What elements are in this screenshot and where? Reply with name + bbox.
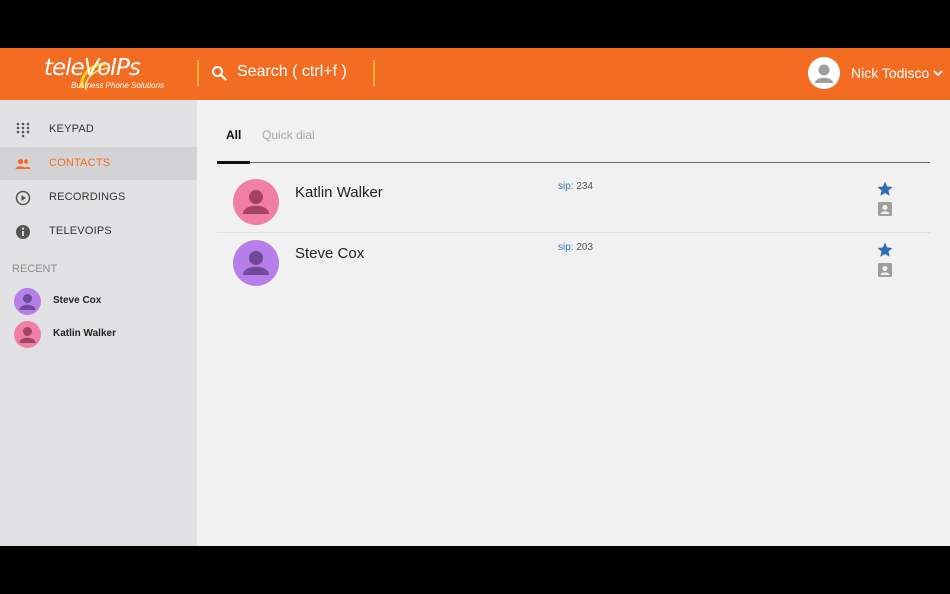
recent-name: Steve Cox bbox=[53, 295, 102, 306]
recent-item[interactable]: Katlin Walker bbox=[0, 319, 197, 351]
avatar bbox=[14, 321, 41, 348]
contact-card-icon[interactable] bbox=[877, 201, 893, 217]
avatar bbox=[14, 288, 41, 315]
app-window: teleVoIPs Business Phone Solutions Nick … bbox=[0, 48, 950, 546]
logo-wordmark: teleVoIPs bbox=[44, 55, 141, 81]
top-bar: teleVoIPs Business Phone Solutions Nick … bbox=[0, 48, 950, 100]
user-avatar[interactable] bbox=[808, 57, 840, 89]
sip-label: sip: bbox=[558, 181, 574, 192]
sip-label: sip: bbox=[558, 242, 574, 253]
tab-quick-dial[interactable]: Quick dial bbox=[262, 128, 315, 142]
user-avatar-icon bbox=[808, 57, 840, 89]
tabs-divider bbox=[217, 162, 930, 163]
contact-sip: sip: 234 bbox=[558, 181, 593, 192]
sidebar-item-televoips[interactable]: TELEVOIPS bbox=[0, 215, 197, 248]
person-icon bbox=[19, 294, 36, 310]
sip-value: 203 bbox=[576, 242, 594, 253]
recent-item[interactable]: Steve Cox bbox=[0, 286, 197, 318]
person-icon bbox=[243, 190, 269, 214]
sidebar-item-label: CONTACTS bbox=[49, 157, 111, 169]
televoips-logo[interactable]: teleVoIPs Business Phone Solutions bbox=[40, 54, 170, 94]
sip-value: 234 bbox=[576, 181, 594, 192]
recent-heading: RECENT bbox=[12, 263, 58, 275]
header-divider bbox=[197, 60, 199, 86]
search-input[interactable] bbox=[237, 63, 367, 81]
sidebar-item-keypad[interactable]: KEYPAD bbox=[0, 113, 197, 146]
contact-row[interactable]: Steve Cox sip: 203 bbox=[217, 233, 930, 293]
play-circle-icon bbox=[15, 190, 31, 206]
tab-active-indicator bbox=[217, 161, 250, 164]
contact-sip: sip: 203 bbox=[558, 242, 593, 253]
sidebar: KEYPAD CONTACTS RECORDINGS TELEVOIPS REC… bbox=[0, 100, 197, 546]
keypad-icon bbox=[16, 122, 30, 138]
star-icon[interactable] bbox=[876, 180, 894, 198]
user-name[interactable]: Nick Todisco bbox=[851, 65, 929, 81]
contact-card-icon[interactable] bbox=[877, 262, 893, 278]
sidebar-item-recordings[interactable]: RECORDINGS bbox=[0, 181, 197, 214]
sidebar-item-contacts[interactable]: CONTACTS bbox=[0, 147, 197, 180]
header-divider bbox=[373, 60, 375, 86]
person-icon bbox=[19, 327, 36, 343]
search-icon[interactable] bbox=[211, 65, 227, 81]
info-icon bbox=[16, 225, 30, 239]
chevron-down-icon[interactable] bbox=[932, 68, 944, 78]
recent-name: Katlin Walker bbox=[53, 328, 116, 339]
contact-name[interactable]: Katlin Walker bbox=[295, 184, 383, 201]
sidebar-item-label: KEYPAD bbox=[49, 123, 95, 135]
avatar bbox=[233, 240, 279, 286]
sidebar-item-label: RECORDINGS bbox=[49, 191, 126, 203]
contact-row[interactable]: Katlin Walker sip: 234 bbox=[217, 172, 930, 233]
person-icon bbox=[243, 251, 269, 275]
logo-tagline: Business Phone Solutions bbox=[71, 81, 164, 90]
star-icon[interactable] bbox=[876, 241, 894, 259]
avatar bbox=[233, 179, 279, 225]
sidebar-item-label: TELEVOIPS bbox=[49, 225, 112, 237]
contacts-icon bbox=[15, 158, 31, 169]
tab-all[interactable]: All bbox=[226, 128, 241, 142]
contact-name[interactable]: Steve Cox bbox=[295, 245, 364, 262]
